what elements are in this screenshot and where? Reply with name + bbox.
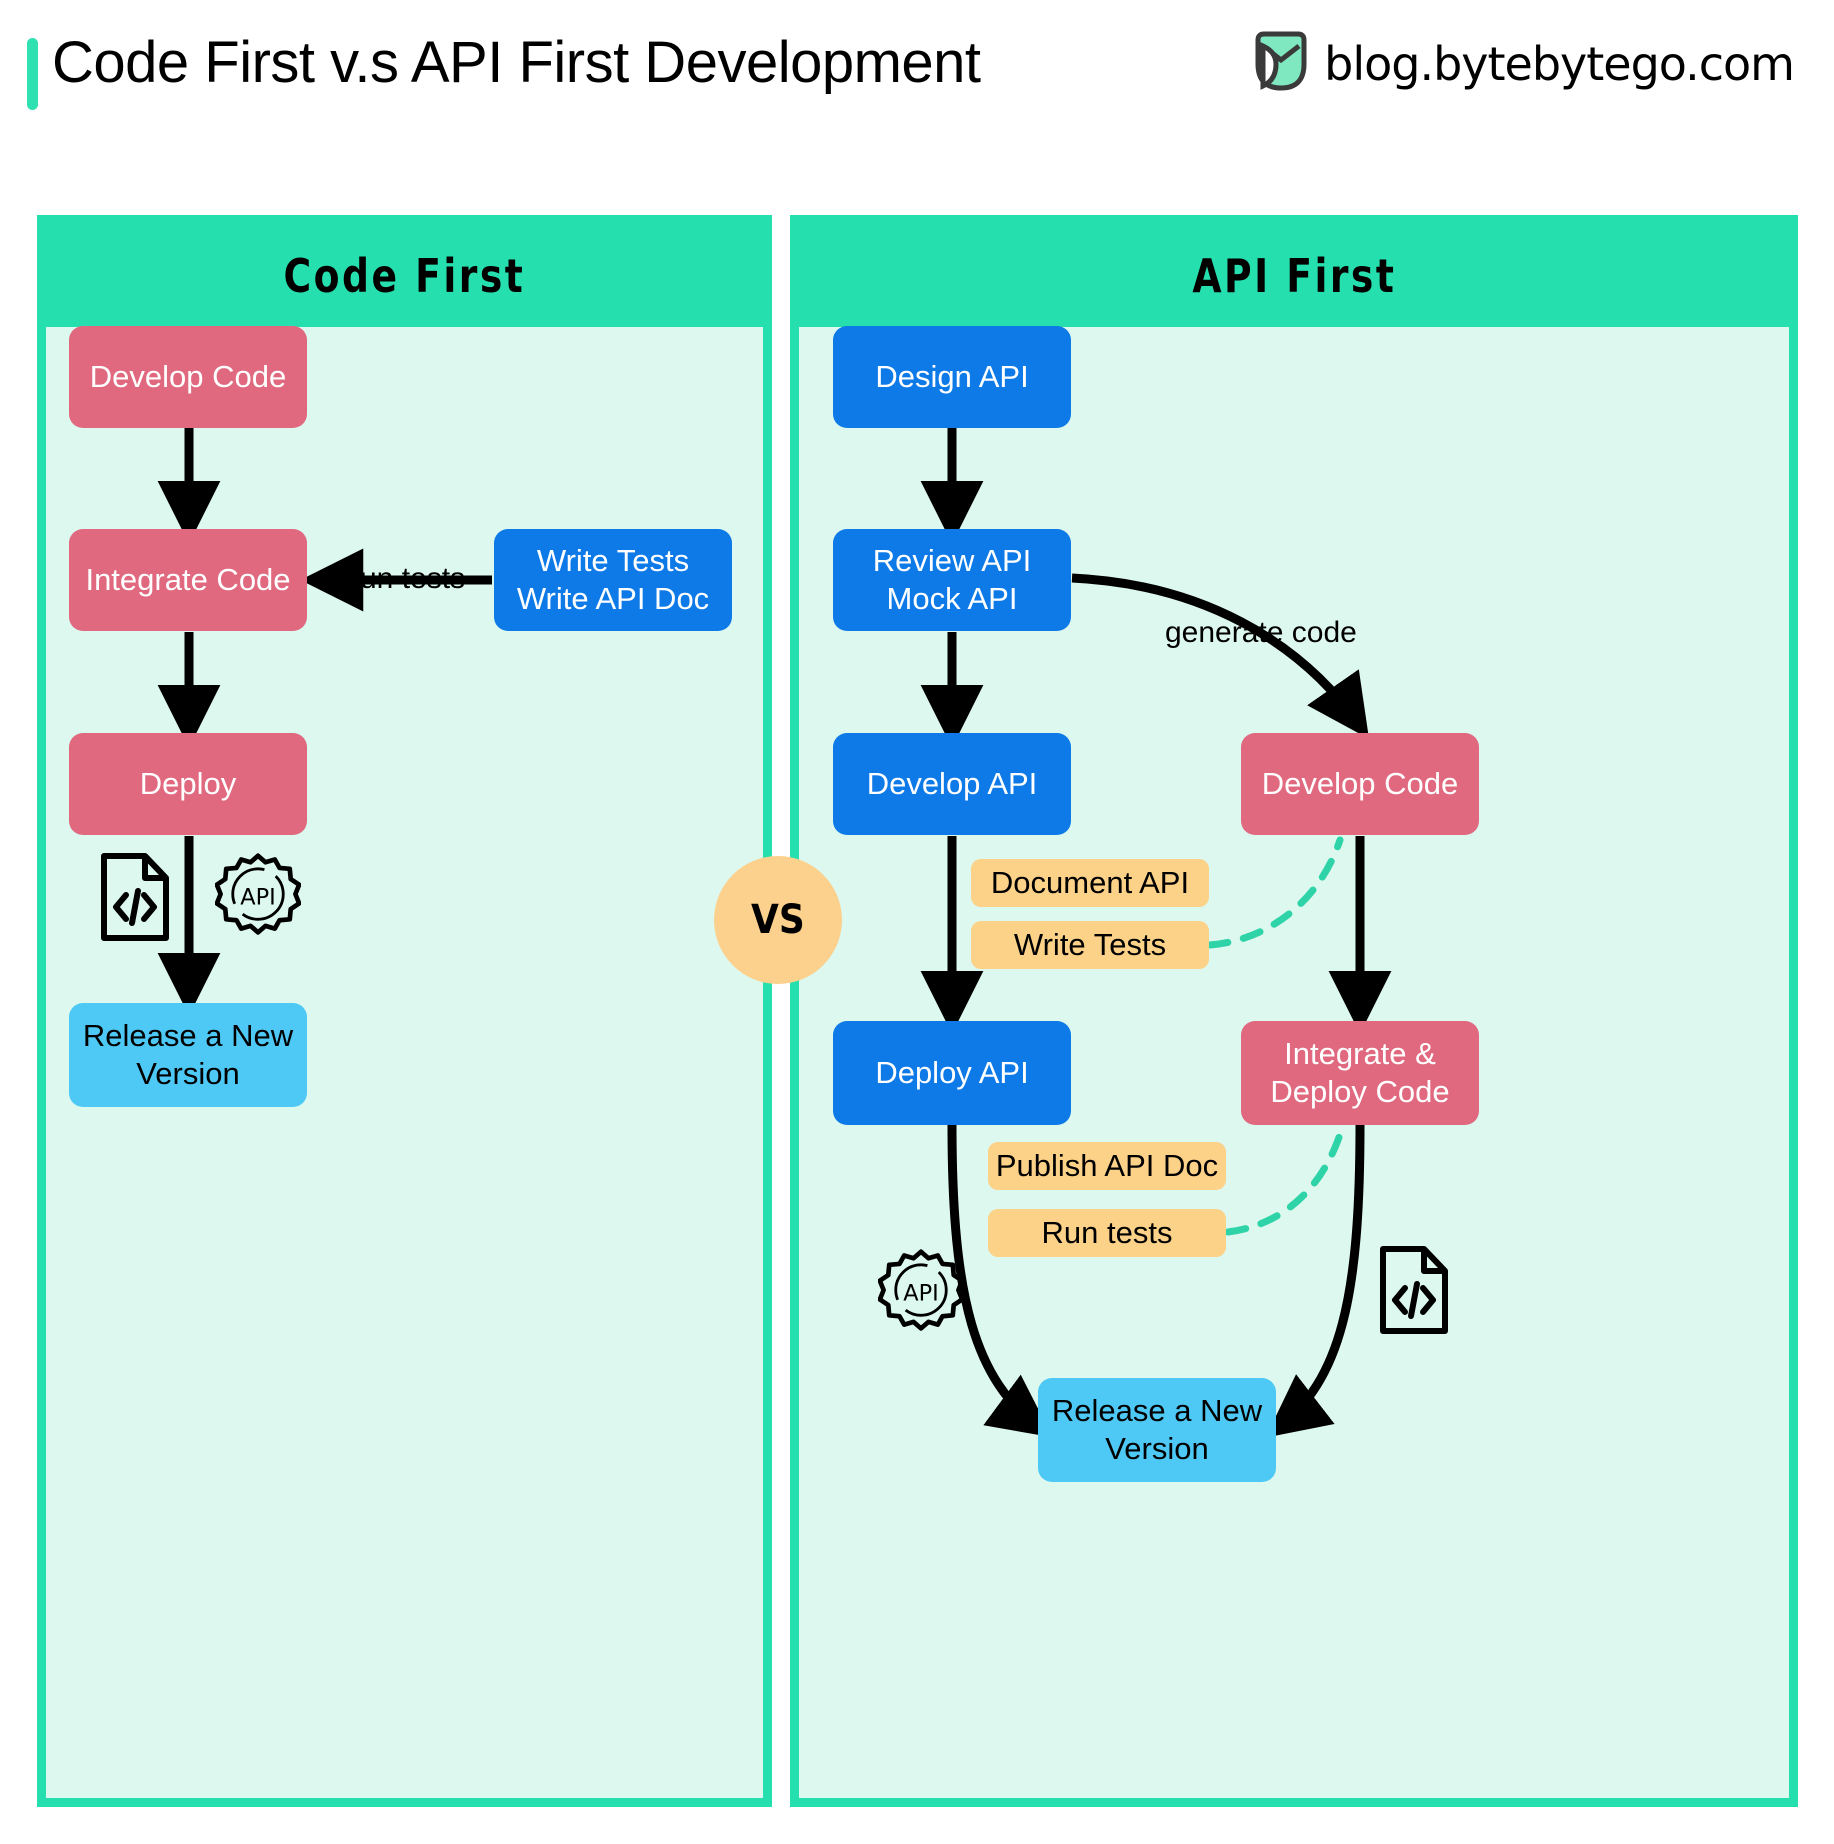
brand-label: blog.bytebytego.com [1324,36,1795,91]
node-develop-code[interactable]: Develop Code [69,326,307,428]
bytebytego-logo-icon [1254,30,1308,97]
panel-title-api-first: API First [1192,248,1396,303]
node-develop-api[interactable]: Develop API [833,733,1071,835]
panel-title-code-first: Code First [283,248,526,303]
page-title: Code First v.s API First Development [52,30,981,95]
vs-label: VS [751,897,805,943]
tag-document-api[interactable]: Document API [971,859,1209,907]
title-accent-bar [27,38,38,110]
node-develop-code-api-first[interactable]: Develop Code [1241,733,1479,835]
api-gear-icon-code-first: API [214,849,302,946]
page-header: Code First v.s API First Development blo… [0,0,1834,170]
node-review-mock-api[interactable]: Review API Mock API [833,529,1071,631]
node-write-tests-api-doc[interactable]: Write Tests Write API Doc [494,529,732,631]
tag-run-tests[interactable]: Run tests [988,1209,1226,1257]
edge-label-generate-code: generate code [1165,616,1357,649]
tag-write-tests[interactable]: Write Tests [971,921,1209,969]
brand: blog.bytebytego.com [1254,30,1795,97]
node-deploy-api[interactable]: Deploy API [833,1021,1071,1125]
node-release-version-code-first[interactable]: Release a New Version [69,1003,307,1107]
code-document-icon-api-first [1378,1244,1450,1341]
code-document-icon-code-first [99,851,171,948]
vs-badge: VS [714,856,842,984]
panel-header-code-first: Code First [46,224,763,327]
svg-text:API: API [903,1280,938,1306]
node-integrate-code[interactable]: Integrate Code [69,529,307,631]
api-gear-icon-api-first: API [877,1245,965,1342]
panel-header-api-first: API First [799,224,1789,327]
node-release-version-api-first[interactable]: Release a New Version [1038,1378,1276,1482]
panel-api-first: API First [790,215,1798,1807]
node-deploy[interactable]: Deploy [69,733,307,835]
svg-text:API: API [240,884,275,910]
edge-label-run-tests: run tests [350,562,466,595]
node-design-api[interactable]: Design API [833,326,1071,428]
tag-publish-api-doc[interactable]: Publish API Doc [988,1142,1226,1190]
node-integrate-deploy-code[interactable]: Integrate & Deploy Code [1241,1021,1479,1125]
